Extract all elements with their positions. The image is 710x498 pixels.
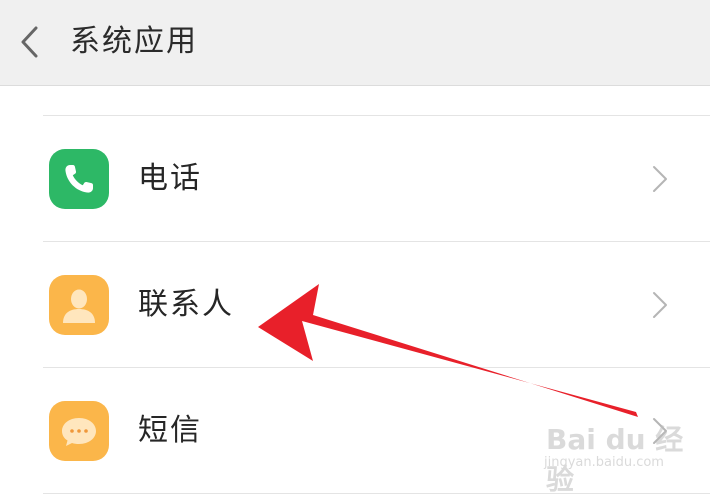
list-item-phone[interactable]: 电话 <box>0 116 710 242</box>
list-item-label: 联系人 <box>138 287 234 322</box>
messages-app-icon <box>49 401 109 461</box>
chevron-left-icon <box>21 26 38 58</box>
page-title: 系统应用 <box>70 24 198 59</box>
watermark-url: jingyan.baidu.com <box>544 455 664 470</box>
phone-app-icon <box>49 149 109 209</box>
contact-person-icon <box>63 289 95 323</box>
chevron-right-icon <box>648 288 672 322</box>
list-item-label: 电话 <box>138 161 202 196</box>
phone-icon <box>65 165 93 193</box>
chevron-right-icon <box>648 162 672 196</box>
baidu-jingyan-watermark: Bai du 经验 jingyan.baidu.com <box>540 418 705 496</box>
contacts-app-icon <box>49 275 109 335</box>
list-item-contacts[interactable]: 联系人 <box>0 242 710 368</box>
list-item-label: 短信 <box>138 413 202 448</box>
back-button[interactable] <box>10 18 54 66</box>
chat-bubble-icon <box>62 418 96 446</box>
header-bar: 系统应用 <box>0 0 710 86</box>
